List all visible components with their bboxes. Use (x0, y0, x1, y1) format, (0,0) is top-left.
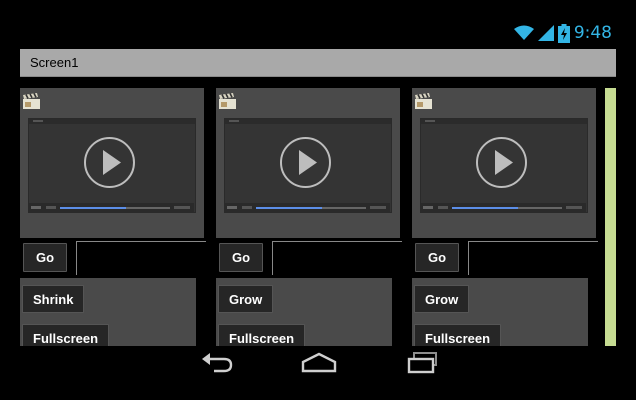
play-icon[interactable] (83, 136, 136, 189)
clapperboard-icon (415, 93, 432, 109)
player-duration (566, 206, 582, 209)
recent-apps-icon[interactable] (405, 351, 441, 375)
button-panel: Grow Fullscreen (216, 278, 392, 346)
video-player[interactable] (216, 88, 400, 238)
player-top-bar (421, 119, 587, 124)
player-time (46, 206, 56, 209)
grow-button[interactable]: Grow (218, 285, 274, 313)
back-icon[interactable] (200, 351, 236, 375)
video-frame[interactable] (224, 118, 392, 213)
go-button[interactable]: Go (23, 243, 67, 272)
home-icon[interactable] (300, 351, 338, 375)
video-frame[interactable] (420, 118, 588, 213)
player-duration (174, 206, 190, 209)
progress-track[interactable] (256, 207, 366, 209)
player-controls (28, 203, 194, 212)
status-time: 9:48 (573, 23, 612, 43)
progress-track[interactable] (452, 207, 562, 209)
signal-icon (537, 25, 554, 41)
clapperboard-icon (23, 93, 40, 109)
battery-charging-icon (557, 23, 570, 43)
url-textbox[interactable] (468, 241, 598, 275)
status-bar: 9:48 (20, 18, 616, 49)
video-frame[interactable] (28, 118, 196, 213)
fullscreen-button[interactable]: Fullscreen (414, 324, 502, 346)
player-duration (370, 206, 386, 209)
fullscreen-button[interactable]: Fullscreen (22, 324, 110, 346)
button-panel: Shrink Fullscreen (20, 278, 196, 346)
phone-screen: 9:48 Screen1 Go Shrink Fullscreen Go Gro… (20, 18, 616, 380)
go-row: Go (20, 241, 206, 275)
status-icons: 9:48 (513, 22, 612, 44)
clapperboard-icon (219, 93, 236, 109)
progress-fill (60, 207, 126, 209)
content-area[interactable]: Go Shrink Fullscreen Go Grow Fullscreen … (20, 78, 616, 346)
progress-fill (452, 207, 518, 209)
player-controls (224, 203, 390, 212)
button-panel: Grow Fullscreen (412, 278, 588, 346)
go-button[interactable]: Go (219, 243, 263, 272)
grow-button[interactable]: Grow (414, 285, 470, 313)
player-play-small-icon[interactable] (423, 206, 433, 209)
player-controls (420, 203, 586, 212)
player-play-small-icon[interactable] (31, 206, 41, 209)
video-player[interactable] (20, 88, 204, 238)
player-top-bar (225, 119, 391, 124)
player-time (242, 206, 252, 209)
video-player[interactable] (412, 88, 596, 238)
go-row: Go (216, 241, 402, 275)
scrollbar[interactable] (605, 88, 616, 346)
player-play-small-icon[interactable] (227, 206, 237, 209)
play-icon[interactable] (279, 136, 332, 189)
go-row: Go (412, 241, 598, 275)
player-time (438, 206, 448, 209)
device-frame: 9:48 Screen1 Go Shrink Fullscreen Go Gro… (0, 0, 636, 400)
go-button[interactable]: Go (415, 243, 459, 272)
title-bar: Screen1 (20, 49, 616, 77)
screen-title: Screen1 (30, 55, 79, 70)
player-top-bar (29, 119, 195, 124)
progress-track[interactable] (60, 207, 170, 209)
wifi-icon (513, 25, 534, 40)
navigation-bar (20, 346, 616, 380)
shrink-button[interactable]: Shrink (22, 285, 85, 313)
fullscreen-button[interactable]: Fullscreen (218, 324, 306, 346)
url-textbox[interactable] (76, 241, 206, 275)
url-textbox[interactable] (272, 241, 402, 275)
progress-fill (256, 207, 322, 209)
play-icon[interactable] (475, 136, 528, 189)
